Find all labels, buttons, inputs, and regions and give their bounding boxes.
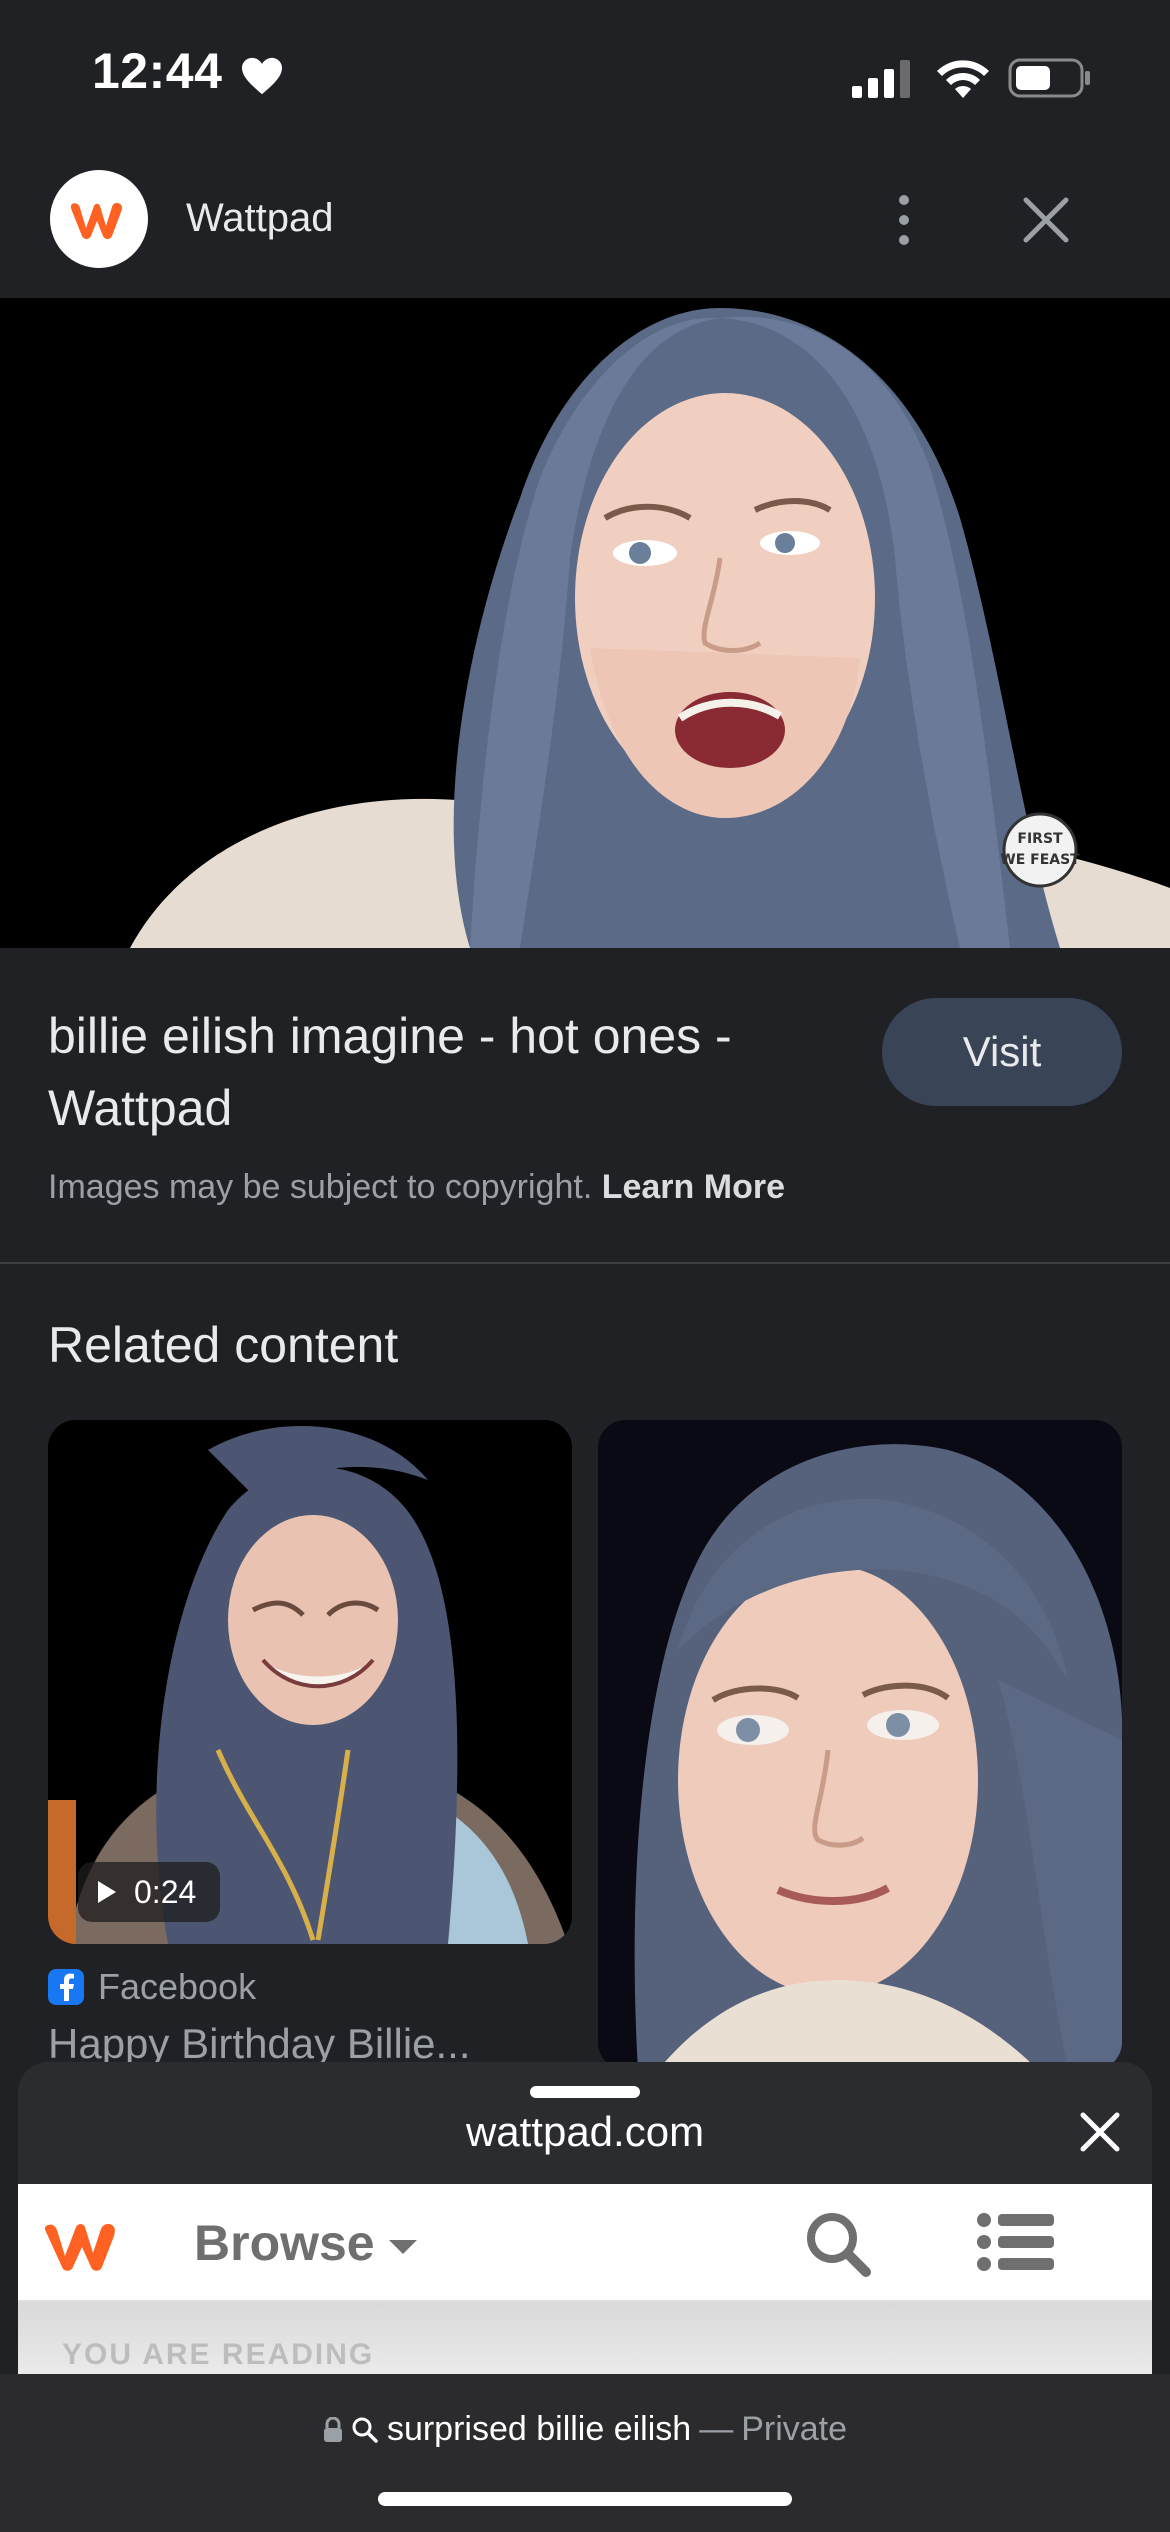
- video-duration-badge: 0:24: [78, 1862, 221, 1922]
- wattpad-logo-icon[interactable]: [40, 2212, 124, 2276]
- search-small-icon: [352, 2417, 378, 2443]
- related-content-heading: Related content: [48, 1317, 399, 1373]
- signal-icon: [852, 60, 910, 98]
- browse-menu[interactable]: Browse: [194, 2214, 417, 2272]
- lock-icon: [323, 2416, 342, 2442]
- learn-more-link[interactable]: Learn More: [602, 1168, 785, 1206]
- you-are-reading-label: YOU ARE READING: [62, 2338, 375, 2371]
- search-icon[interactable]: [802, 2208, 874, 2280]
- browser-bottom-bar[interactable]: surprised billie eilish — Private: [0, 2374, 1170, 2532]
- address-bar[interactable]: surprised billie eilish — Private: [0, 2410, 1170, 2449]
- home-indicator[interactable]: [378, 2492, 792, 2506]
- sheet-close-icon[interactable]: [1078, 2110, 1122, 2154]
- battery-icon: [1008, 58, 1090, 98]
- svg-text:WE FEAST: WE FEAST: [1000, 852, 1080, 868]
- wattpad-logo-icon[interactable]: [50, 170, 148, 268]
- mode-separator: —: [699, 2410, 734, 2448]
- svg-text:FIRST: FIRST: [1017, 831, 1063, 847]
- video-duration: 0:24: [134, 1873, 197, 1910]
- status-time: 12:44: [92, 43, 223, 99]
- wattpad-navbar: Browse: [18, 2184, 1152, 2302]
- divider: [0, 1262, 1170, 1264]
- copyright-notice: Images may be subject to copyright. Lear…: [48, 1168, 785, 1207]
- more-vert-icon[interactable]: [880, 190, 928, 250]
- sheet-url: wattpad.com: [465, 2108, 705, 2155]
- wifi-icon: [937, 60, 989, 98]
- private-mode-label: Private: [741, 2410, 848, 2448]
- close-icon[interactable]: [1020, 194, 1072, 246]
- related-source-name: Facebook: [98, 1966, 257, 2007]
- related-card-title[interactable]: Happy Birthday Billie...: [48, 2020, 568, 2066]
- visit-button[interactable]: Visit: [882, 998, 1122, 1106]
- search-query: surprised billie eilish: [386, 2410, 692, 2448]
- play-icon: [98, 1881, 116, 1903]
- status-bar: 12:44: [0, 0, 1170, 160]
- related-thumbnail-2: [598, 1420, 1122, 2070]
- related-source[interactable]: Facebook: [48, 1966, 256, 2008]
- heart-icon: [242, 57, 282, 95]
- copyright-text: Images may be subject to copyright.: [48, 1168, 593, 1206]
- list-menu-icon[interactable]: [976, 2210, 1056, 2274]
- caret-down-icon: [388, 2240, 417, 2254]
- site-name[interactable]: Wattpad: [186, 196, 333, 241]
- facebook-icon: [48, 1969, 84, 2005]
- sheet-grabber[interactable]: [530, 2086, 640, 2098]
- viewer-header: Wattpad: [0, 160, 1170, 298]
- related-card-image[interactable]: [598, 1420, 1122, 2070]
- result-title[interactable]: billie eilish imagine - hot ones - Wattp…: [48, 1000, 848, 1144]
- browse-label: Browse: [194, 2215, 375, 2271]
- related-card-video[interactable]: 0:24: [48, 1420, 572, 1944]
- portrait-image: FIRST WE FEAST: [0, 298, 1170, 948]
- result-image[interactable]: FIRST WE FEAST: [0, 298, 1170, 948]
